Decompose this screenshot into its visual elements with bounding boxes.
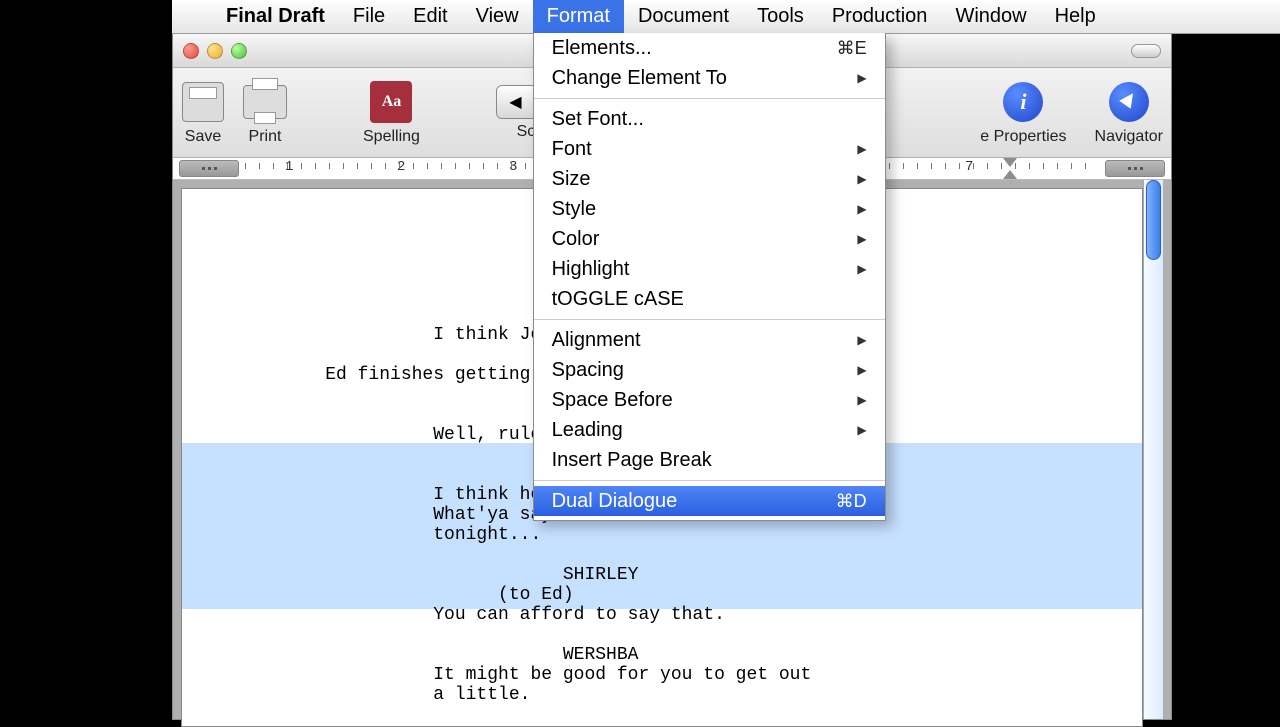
menu-item-leading[interactable]: Leading bbox=[534, 415, 885, 445]
menu-item-dual-dialogue[interactable]: Dual Dialogue⌘D bbox=[534, 486, 885, 516]
menu-item-spacing[interactable]: Spacing bbox=[534, 355, 885, 385]
menu-edit[interactable]: Edit bbox=[399, 0, 461, 33]
menu-format[interactable]: Format bbox=[533, 0, 624, 33]
print-button[interactable]: Print bbox=[243, 80, 287, 146]
scriptnote-prev-button[interactable]: ◀ bbox=[497, 86, 535, 118]
traffic-lights bbox=[183, 43, 247, 59]
menu-item-set-font[interactable]: Set Font... bbox=[534, 104, 885, 134]
menu-item-insert-page-break[interactable]: Insert Page Break bbox=[534, 445, 885, 475]
menu-item-toggle-case[interactable]: tOGGLE cASE bbox=[534, 284, 885, 314]
menu-production[interactable]: Production bbox=[818, 0, 942, 33]
vertical-scrollbar[interactable] bbox=[1143, 180, 1163, 719]
menu-separator bbox=[534, 319, 885, 320]
script-line: (to Ed) bbox=[282, 585, 1142, 605]
ruler-left-margin[interactable] bbox=[179, 160, 239, 177]
menu-item-style[interactable]: Style bbox=[534, 194, 885, 224]
menu-item-space-before[interactable]: Space Before bbox=[534, 385, 885, 415]
zoom-button[interactable] bbox=[231, 43, 247, 59]
app-menu[interactable]: Final Draft bbox=[212, 0, 339, 33]
menu-item-change-element-to[interactable]: Change Element To bbox=[534, 63, 885, 93]
navigator-icon bbox=[1109, 82, 1149, 122]
save-button[interactable]: Save bbox=[181, 80, 225, 146]
info-icon: i bbox=[1003, 82, 1043, 122]
menu-item-color[interactable]: Color bbox=[534, 224, 885, 254]
scene-properties-button[interactable]: i e Properties bbox=[980, 80, 1066, 146]
script-line: SHIRLEY bbox=[282, 565, 1142, 585]
script-line: It might be good for you to get out bbox=[282, 665, 1142, 685]
menu-item-size[interactable]: Size bbox=[534, 164, 885, 194]
menu-separator bbox=[534, 98, 885, 99]
save-icon bbox=[182, 82, 224, 122]
indent-marker[interactable] bbox=[1003, 170, 1017, 179]
menu-document[interactable]: Document bbox=[624, 0, 743, 33]
menu-window[interactable]: Window bbox=[941, 0, 1040, 33]
close-button[interactable] bbox=[183, 43, 199, 59]
menu-item-elements[interactable]: Elements...⌘E bbox=[534, 33, 885, 63]
minimize-button[interactable] bbox=[207, 43, 223, 59]
menu-item-highlight[interactable]: Highlight bbox=[534, 254, 885, 284]
mac-menubar: Final Draft File Edit View Format Docume… bbox=[172, 0, 1280, 34]
menu-help[interactable]: Help bbox=[1041, 0, 1110, 33]
script-line: tonight... bbox=[282, 525, 1142, 545]
spelling-button[interactable]: Aa Spelling bbox=[363, 80, 420, 146]
menu-item-font[interactable]: Font bbox=[534, 134, 885, 164]
menu-view[interactable]: View bbox=[462, 0, 533, 33]
toolbar-toggle-button[interactable] bbox=[1131, 44, 1161, 58]
letterbox-left bbox=[0, 0, 172, 720]
ruler-right-margin[interactable] bbox=[1105, 160, 1165, 177]
scrollbar-thumb[interactable] bbox=[1146, 180, 1161, 260]
spelling-icon: Aa bbox=[370, 81, 412, 123]
menu-separator bbox=[534, 480, 885, 481]
format-dropdown: Elements...⌘E Change Element To Set Font… bbox=[533, 33, 886, 521]
indent-marker[interactable] bbox=[1003, 158, 1017, 167]
script-line: a little. bbox=[282, 685, 1142, 705]
navigator-button[interactable]: Navigator bbox=[1095, 80, 1163, 146]
script-line: WERSHBA bbox=[282, 645, 1142, 665]
print-icon bbox=[243, 85, 287, 119]
menu-tools[interactable]: Tools bbox=[743, 0, 818, 33]
menu-item-alignment[interactable]: Alignment bbox=[534, 325, 885, 355]
script-line: You can afford to say that. bbox=[282, 605, 1142, 625]
menu-file[interactable]: File bbox=[339, 0, 399, 33]
